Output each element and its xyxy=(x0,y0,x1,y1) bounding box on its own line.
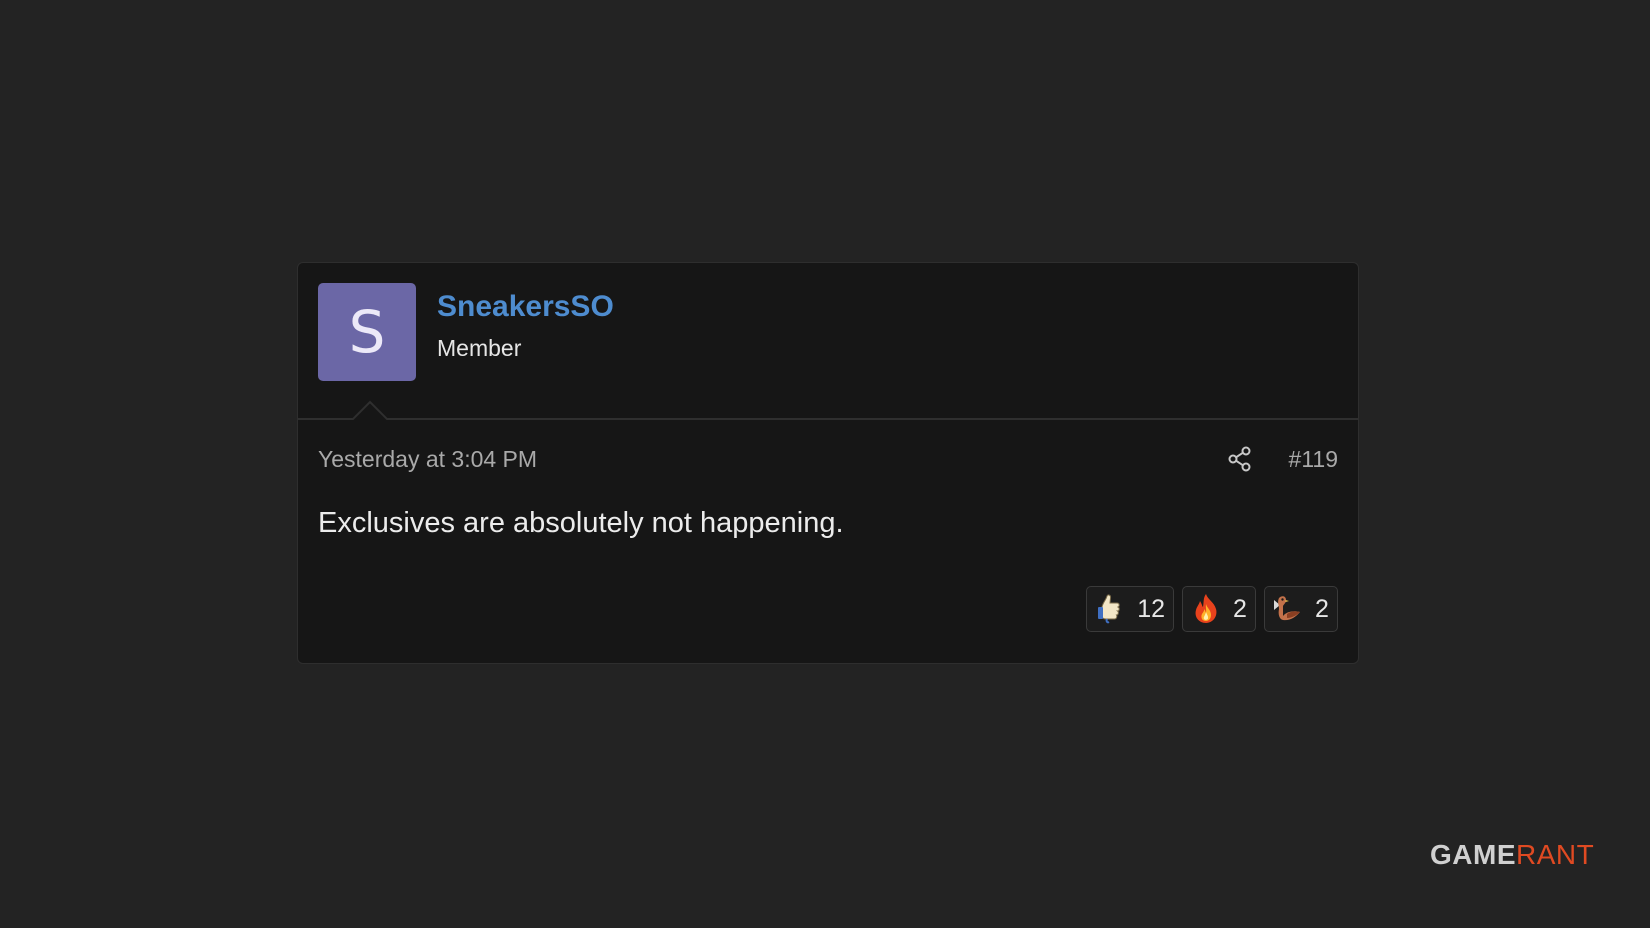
logo-rant-text: RANT xyxy=(1516,839,1595,870)
gamerant-logo: GAMERANT xyxy=(1430,839,1594,871)
username-link[interactable]: SneakersSO xyxy=(437,289,614,325)
post-timestamp[interactable]: Yesterday at 3:04 PM xyxy=(318,441,537,477)
header-pointer-arrow xyxy=(352,400,388,420)
reaction-thumbs-up[interactable]: 12 xyxy=(1086,586,1174,632)
reaction-count: 12 xyxy=(1137,594,1165,623)
post-meta: Yesterday at 3:04 PM #119 xyxy=(318,441,1338,477)
reaction-count: 2 xyxy=(1315,594,1329,623)
reaction-bird[interactable]: 2 xyxy=(1264,586,1338,632)
fire-icon xyxy=(1195,594,1217,623)
post-number-link[interactable]: #119 xyxy=(1289,441,1338,477)
post-body: Exclusives are absolutely not happening. xyxy=(318,507,844,539)
post-card: S SneakersSO Member Yesterday at 3:04 PM… xyxy=(297,262,1359,664)
avatar-letter: S xyxy=(348,298,386,366)
thumbs-up-icon xyxy=(1098,594,1120,624)
post-header: S SneakersSO Member xyxy=(298,263,1358,420)
user-info: SneakersSO Member xyxy=(437,289,614,363)
reaction-count: 2 xyxy=(1233,594,1247,623)
reaction-fire[interactable]: 2 xyxy=(1182,586,1256,632)
avatar[interactable]: S xyxy=(318,283,416,381)
bird-icon xyxy=(1274,596,1300,621)
logo-game-text: GAME xyxy=(1430,839,1516,870)
reactions-bar: 12 2 2 xyxy=(1086,586,1338,632)
user-title: Member xyxy=(437,335,522,361)
share-icon[interactable] xyxy=(1226,445,1254,473)
